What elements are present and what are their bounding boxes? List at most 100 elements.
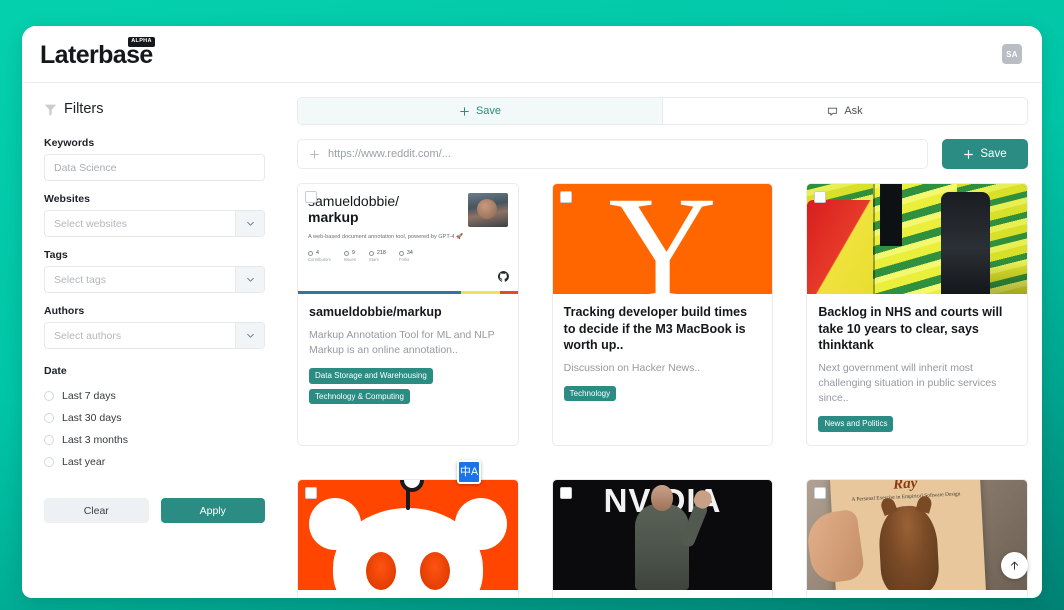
card-tags: Technology xyxy=(563,385,762,402)
save-url-button[interactable]: Save xyxy=(942,139,1028,169)
save-url-label: Save xyxy=(980,148,1007,160)
bookmark-card[interactable]: Backlog in NHS and courts will take 10 y… xyxy=(806,183,1028,446)
card-tag[interactable]: News and Politics xyxy=(818,416,894,432)
date-option-label: Last 3 months xyxy=(62,434,128,446)
card-description: Discussion on Hacker News.. xyxy=(563,361,701,374)
date-option-last-3-months[interactable]: Last 3 months xyxy=(44,429,265,451)
stat-label: Stars xyxy=(368,257,379,263)
card-checkbox[interactable] xyxy=(305,191,317,203)
card-checkbox[interactable] xyxy=(814,191,827,203)
avatar[interactable]: SA xyxy=(1002,44,1022,64)
bookmark-card[interactable]: samueldobbie/ markup A web-based documen… xyxy=(297,183,519,446)
tab-ask[interactable]: Ask xyxy=(663,98,1027,124)
brand-logo[interactable]: Laterbase ALPHA xyxy=(40,37,155,68)
stat-label: Contributors xyxy=(308,257,331,263)
stat-value: 218 xyxy=(376,250,386,257)
repo-stat-contributors: 4 Contributors xyxy=(308,250,331,262)
bookmark-card[interactable] xyxy=(297,478,519,598)
date-option-last-year[interactable]: Last year xyxy=(44,451,265,473)
chevron-down-icon[interactable] xyxy=(235,211,264,236)
radio-icon[interactable] xyxy=(44,391,54,401)
clear-filters-button[interactable]: Clear xyxy=(44,498,149,523)
reddit-eye-right xyxy=(419,551,450,590)
apply-filters-button[interactable]: Apply xyxy=(160,498,265,523)
filter-actions: Clear Apply xyxy=(44,498,265,523)
translate-extension-icon[interactable]: 中A xyxy=(457,460,481,484)
radio-icon[interactable] xyxy=(44,413,54,423)
github-repo-preview: samueldobbie/ markup A web-based documen… xyxy=(298,184,518,294)
card-tag[interactable]: Technology & Computing xyxy=(309,388,410,405)
repo-name: samueldobbie/ markup xyxy=(308,193,399,227)
filter-field-tags: Tags Select tags xyxy=(44,249,265,293)
filters-header: Filters xyxy=(44,101,265,117)
authors-select-value: Select authors xyxy=(54,329,122,342)
scroll-to-top-button[interactable] xyxy=(1001,552,1028,579)
star-icon xyxy=(368,250,374,256)
speaker-silhouette xyxy=(635,500,710,590)
arrow-up-icon xyxy=(1010,561,1019,570)
card-checkbox[interactable] xyxy=(305,486,317,499)
app-window: Laterbase ALPHA SA Filters Keywords Webs… xyxy=(22,26,1042,598)
card-checkbox[interactable] xyxy=(814,486,827,499)
reddit-ear-left xyxy=(309,497,361,550)
reddit-antenna xyxy=(399,479,424,510)
mode-tabs: Save Ask xyxy=(297,97,1028,125)
card-title: samueldobbie/markup xyxy=(309,305,442,319)
tags-select[interactable]: Select tags xyxy=(44,266,265,293)
bookmark-card[interactable]: Y Tracking developer build times to deci… xyxy=(551,183,774,446)
bookmark-card[interactable]: Ray A Personal Exercise in Empirical Sof… xyxy=(806,478,1028,598)
field-label-tags: Tags xyxy=(44,249,68,261)
card-body xyxy=(553,590,773,598)
chevron-down-icon[interactable] xyxy=(235,323,264,348)
date-option-label: Last 30 days xyxy=(62,412,122,424)
card-body xyxy=(298,590,518,598)
field-label-keywords: Keywords xyxy=(44,137,95,149)
authors-select[interactable]: Select authors xyxy=(44,322,265,349)
websites-select-value: Select websites xyxy=(54,217,127,230)
date-filter-label: Date xyxy=(44,365,67,377)
github-icon xyxy=(497,271,509,282)
date-option-label: Last 7 days xyxy=(62,390,116,402)
date-option-last-7-days[interactable]: Last 7 days xyxy=(44,385,265,407)
card-body: samueldobbie/markup Markup Annotation To… xyxy=(298,294,518,417)
app-header: Laterbase ALPHA SA xyxy=(22,26,1042,83)
stat-label: Issues xyxy=(343,257,356,263)
fork-icon xyxy=(398,250,404,256)
tab-save-label: Save xyxy=(475,105,502,117)
app-body: Filters Keywords Websites Select website… xyxy=(22,83,1042,598)
reddit-ear-right xyxy=(454,497,507,550)
url-input-wrapper[interactable] xyxy=(297,139,928,169)
card-tag[interactable]: Technology xyxy=(563,385,617,402)
alpha-badge: ALPHA xyxy=(128,37,155,47)
issue-icon xyxy=(343,250,349,256)
filter-field-authors: Authors Select authors xyxy=(44,305,265,349)
field-label-authors: Authors xyxy=(44,305,85,317)
cat-illustration xyxy=(877,504,941,590)
radio-icon[interactable] xyxy=(44,457,54,467)
tab-save[interactable]: Save xyxy=(298,98,663,124)
date-option-last-30-days[interactable]: Last 30 days xyxy=(44,407,265,429)
stat-value: 9 xyxy=(351,250,355,257)
date-option-label: Last year xyxy=(62,456,106,468)
bookmark-card[interactable]: NVIDIA xyxy=(551,478,774,598)
card-checkbox[interactable] xyxy=(559,191,572,203)
card-tags: Data Storage and Warehousing Technology … xyxy=(309,367,507,405)
nhs-photo-thumbnail xyxy=(807,184,1027,294)
radio-icon[interactable] xyxy=(44,435,54,445)
card-title: Tracking developer build times to decide… xyxy=(563,305,748,352)
websites-select[interactable]: Select websites xyxy=(44,210,265,237)
url-input[interactable] xyxy=(328,148,916,160)
repo-title: markup xyxy=(308,209,359,226)
chevron-down-icon[interactable] xyxy=(235,267,264,292)
reddit-eye-left xyxy=(365,551,396,590)
card-tags: News and Politics xyxy=(818,416,1016,432)
card-tag[interactable]: Data Storage and Warehousing xyxy=(309,367,433,384)
keywords-input[interactable] xyxy=(44,154,265,181)
card-checkbox[interactable] xyxy=(559,486,572,499)
card-body: Tracking developer build times to decide… xyxy=(553,294,773,414)
stat-value: 34 xyxy=(406,250,413,257)
repo-stat-issues: 9 Issues xyxy=(343,250,356,263)
repo-stat-stars: 218 Stars xyxy=(368,250,386,263)
filter-field-keywords: Keywords xyxy=(44,137,265,181)
card-title: Backlog in NHS and courts will take 10 y… xyxy=(818,305,1003,352)
